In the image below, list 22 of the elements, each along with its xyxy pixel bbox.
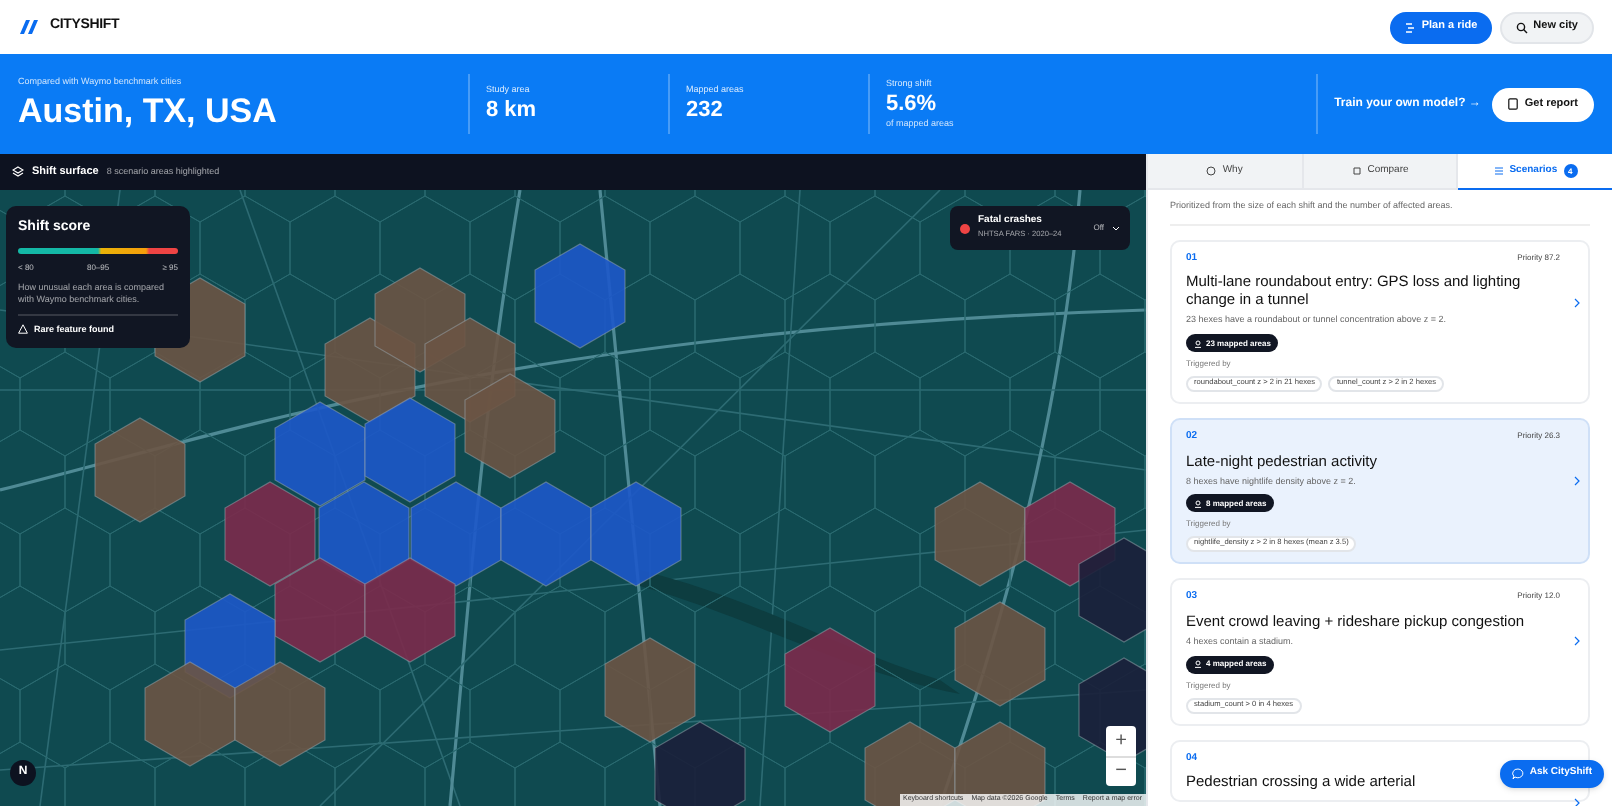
stat-value: 5.6%: [886, 91, 939, 117]
chevron-right-icon: [1574, 297, 1580, 308]
stat-value: 8 km: [486, 97, 539, 124]
search-icon: [1515, 21, 1528, 33]
scenario-card[interactable]: [1170, 239, 1590, 404]
pin-icon: [1194, 499, 1202, 508]
pin-icon: [1194, 660, 1202, 668]
chevron-right-icon: [1574, 636, 1580, 647]
zoom-in-button[interactable]: +: [1106, 726, 1136, 756]
zoom-out-button[interactable]: −: [1106, 756, 1136, 786]
chat-icon: [1511, 768, 1524, 780]
pin-icon: [1194, 339, 1202, 347]
chevron-right-icon: [1574, 797, 1580, 806]
layers-icon: [12, 166, 24, 178]
chevron-right-icon: [1574, 476, 1580, 486]
list-icon: [1493, 166, 1504, 176]
city-name: Austin, TX, USA: [18, 92, 279, 133]
logo-icon: [18, 18, 42, 36]
document-icon: [1508, 98, 1519, 110]
warning-icon: [18, 324, 28, 335]
stat-value: 232: [686, 97, 725, 124]
route-icon: [1403, 21, 1416, 33]
